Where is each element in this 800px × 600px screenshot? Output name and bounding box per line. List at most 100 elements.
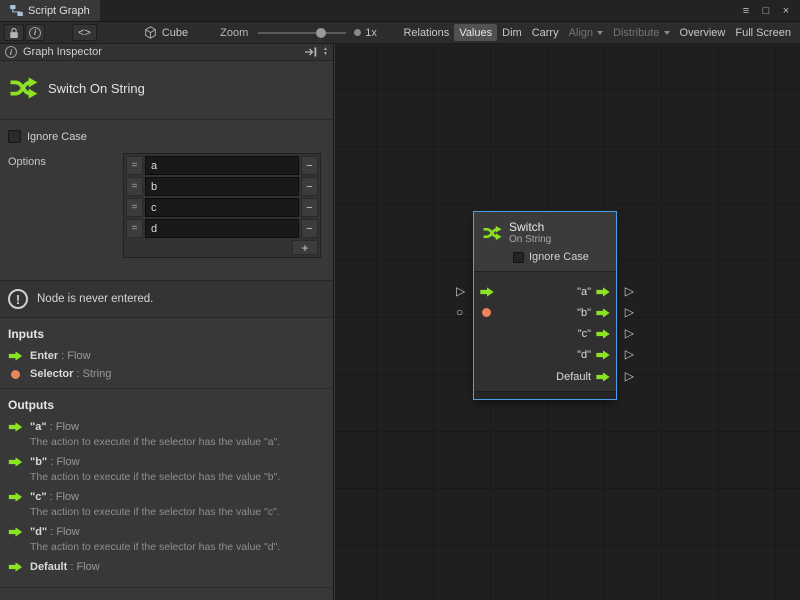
drag-handle[interactable]: = [126, 156, 143, 175]
flow-arrow-icon [8, 492, 23, 502]
inputs-section: Inputs Enter : Flow Selector : String [0, 318, 333, 388]
node-subtitle: On String [509, 234, 551, 245]
port-label: "a" [577, 286, 591, 298]
tab-label: Script Graph [28, 5, 90, 17]
carry-button[interactable]: Carry [527, 24, 564, 41]
remove-option-button[interactable]: − [301, 219, 318, 238]
graph-canvas[interactable]: Switch On String Ignore Case ▷ "a" ▷ ○ [335, 44, 800, 600]
info-icon: i [5, 46, 17, 58]
add-option-button[interactable]: + [292, 240, 318, 255]
port-name: "a" [30, 421, 47, 433]
scroll-down-icon[interactable]: ▼ [323, 52, 328, 57]
input-row: Enter : Flow [0, 347, 333, 365]
zoom-value: 1x [365, 27, 377, 39]
unity-window: Script Graph ≡ □ × i <> Cube Zoom 1x [0, 0, 800, 600]
input-port-triangle[interactable]: ▷ [456, 281, 465, 302]
flow-arrow-icon[interactable] [596, 287, 610, 297]
port-name: "c" [30, 491, 47, 503]
zoom-slider-knob[interactable] [316, 28, 326, 38]
code-toggle-button[interactable]: <> [72, 24, 97, 41]
drag-handle[interactable]: = [126, 177, 143, 196]
distribute-button[interactable]: Distribute [608, 24, 674, 41]
port-type: : String [73, 368, 111, 380]
flow-input-icon[interactable] [480, 287, 494, 297]
flow-arrow-icon[interactable] [596, 372, 610, 382]
flow-arrow-icon[interactable] [596, 308, 610, 318]
port-type: : Flow [47, 456, 79, 468]
option-row: = − [126, 156, 318, 175]
output-port-triangle[interactable]: ▷ [625, 281, 634, 302]
port-type: : Flow [58, 350, 90, 362]
remove-option-button[interactable]: − [301, 156, 318, 175]
selector-dot-icon[interactable] [482, 308, 491, 317]
node-title-block: Switch On String [0, 61, 333, 119]
drag-handle[interactable]: = [126, 198, 143, 217]
port-label: "d" [577, 349, 591, 361]
output-port-triangle[interactable]: ▷ [625, 323, 634, 344]
output-port-triangle[interactable]: ▷ [625, 366, 634, 387]
output-port-triangle[interactable]: ▷ [625, 344, 634, 365]
flow-arrow-icon[interactable] [596, 350, 610, 360]
input-port-circle[interactable]: ○ [456, 302, 463, 323]
node-title: Switch [509, 220, 551, 234]
object-label: Cube [162, 27, 188, 39]
dock-icon[interactable] [304, 47, 317, 57]
align-button[interactable]: Align [564, 24, 608, 41]
ignore-case-checkbox[interactable] [8, 130, 21, 143]
output-row: "d" : Flow [0, 523, 333, 541]
port-type: : Flow [47, 526, 79, 538]
option-input[interactable] [145, 177, 299, 196]
node-ports: ▷ "a" ▷ ○ "b" ▷ "c" ▷ [474, 272, 616, 391]
node-port-row: Default ▷ [474, 366, 616, 387]
switch-node[interactable]: Switch On String Ignore Case ▷ "a" ▷ ○ [474, 212, 616, 399]
panel-scroll-arrows[interactable]: ▲ ▼ [323, 47, 328, 57]
chevron-down-icon [664, 31, 670, 35]
node-title: Switch On String [48, 81, 145, 96]
warning-box: ! Node is never entered. [0, 280, 333, 318]
options-label: Options [8, 153, 123, 258]
flow-arrow-icon [8, 422, 23, 432]
drag-handle[interactable]: = [126, 219, 143, 238]
output-row: "c" : Flow [0, 488, 333, 506]
overview-button[interactable]: Overview [675, 24, 731, 41]
node-port-row: ○ "b" ▷ [474, 302, 616, 323]
switch-icon [482, 223, 502, 243]
zoom-slider[interactable] [258, 26, 346, 40]
dim-button[interactable]: Dim [497, 24, 527, 41]
relations-button[interactable]: Relations [398, 24, 454, 41]
info-button[interactable]: i [25, 24, 45, 41]
warning-text: Node is never entered. [37, 293, 153, 305]
values-button[interactable]: Values [454, 24, 497, 41]
window-menu-icon[interactable]: ≡ [738, 3, 754, 19]
flow-arrow-icon [8, 527, 23, 537]
option-row: = − [126, 198, 318, 217]
port-label: "c" [578, 328, 591, 340]
lock-button[interactable] [4, 24, 24, 41]
port-description: The action to execute if the selector ha… [0, 541, 333, 558]
zoom-reset-icon[interactable] [354, 29, 361, 36]
output-row: Default : Flow [0, 558, 333, 576]
flow-arrow-icon [8, 457, 23, 467]
node-ignore-case-checkbox[interactable] [513, 252, 524, 263]
option-input[interactable] [145, 198, 299, 217]
code-icon: <> [78, 27, 91, 39]
chevron-down-icon [597, 31, 603, 35]
node-ignore-case-label: Ignore Case [529, 251, 589, 263]
ignore-case-row: Ignore Case [0, 120, 333, 147]
option-input[interactable] [145, 219, 299, 238]
port-description: The action to execute if the selector ha… [0, 506, 333, 523]
remove-option-button[interactable]: − [301, 198, 318, 217]
remove-option-button[interactable]: − [301, 177, 318, 196]
option-input[interactable] [145, 156, 299, 175]
window-controls: ≡ □ × [738, 0, 800, 21]
info-icon: i [29, 27, 41, 39]
tab-script-graph[interactable]: Script Graph [0, 0, 100, 21]
output-port-triangle[interactable]: ▷ [625, 302, 634, 323]
maximize-button[interactable]: □ [758, 3, 774, 19]
output-row: "a" : Flow [0, 418, 333, 436]
flow-arrow-icon[interactable] [596, 329, 610, 339]
close-button[interactable]: × [778, 3, 794, 19]
align-label: Align [569, 27, 593, 39]
node-port-row: "c" ▷ [474, 323, 616, 344]
fullscreen-button[interactable]: Full Screen [730, 24, 796, 41]
